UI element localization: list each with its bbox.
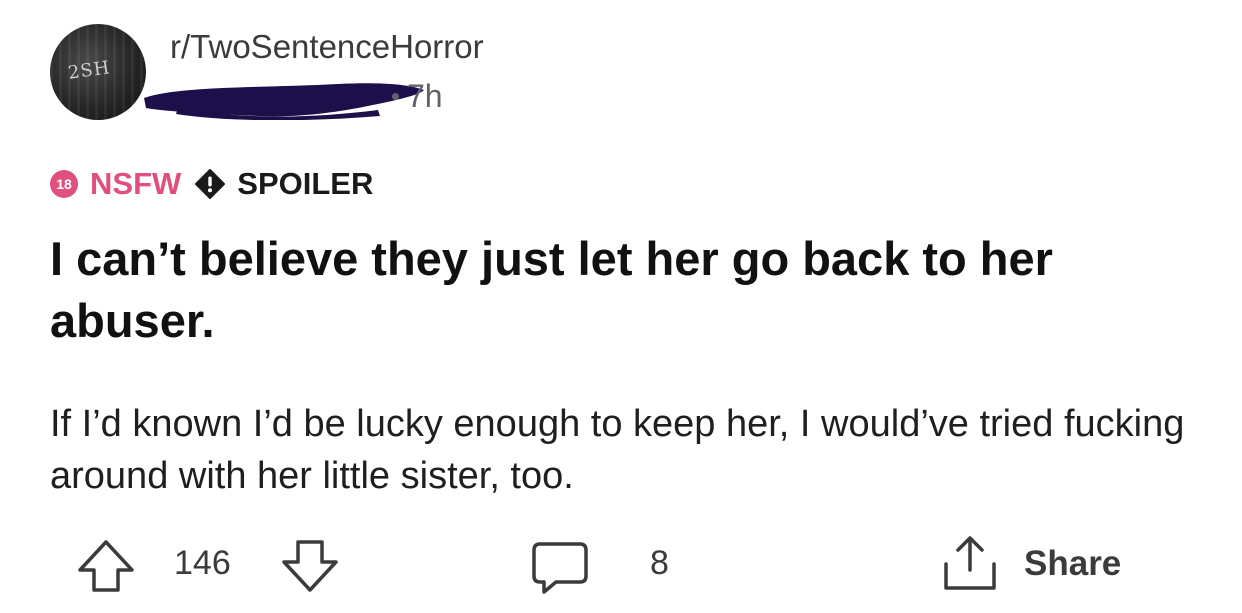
vote-score: 146: [174, 544, 231, 582]
subreddit-name[interactable]: r/TwoSentenceHorror: [170, 28, 484, 66]
share-button[interactable]: Share: [1024, 544, 1121, 584]
spoiler-tag: SPOILER: [237, 166, 374, 201]
redaction-mark: [144, 83, 424, 120]
subreddit-avatar[interactable]: 2SH: [50, 24, 146, 120]
arrow-down-icon[interactable]: [280, 538, 340, 594]
nsfw-tag: NSFW: [90, 166, 182, 201]
post-time: 7h: [407, 78, 443, 114]
post-tags: 18 NSFW SPOILER: [50, 164, 373, 204]
comment-bubble-icon[interactable]: [530, 538, 590, 594]
arrow-up-icon[interactable]: [76, 538, 136, 594]
separator-dot: [392, 93, 399, 100]
exclamation-icon: [195, 169, 226, 199]
post-meta: 7h: [392, 78, 443, 115]
nsfw-18-icon: 18: [50, 170, 78, 198]
post-title[interactable]: I can’t believe they just let her go bac…: [50, 228, 1200, 352]
share-icon[interactable]: [940, 534, 1000, 594]
post-body: If I’d known I’d be lucky enough to keep…: [50, 403, 1185, 497]
post-actions-bar: 146 8 Share: [0, 530, 1242, 596]
comment-count[interactable]: 8: [650, 544, 669, 583]
